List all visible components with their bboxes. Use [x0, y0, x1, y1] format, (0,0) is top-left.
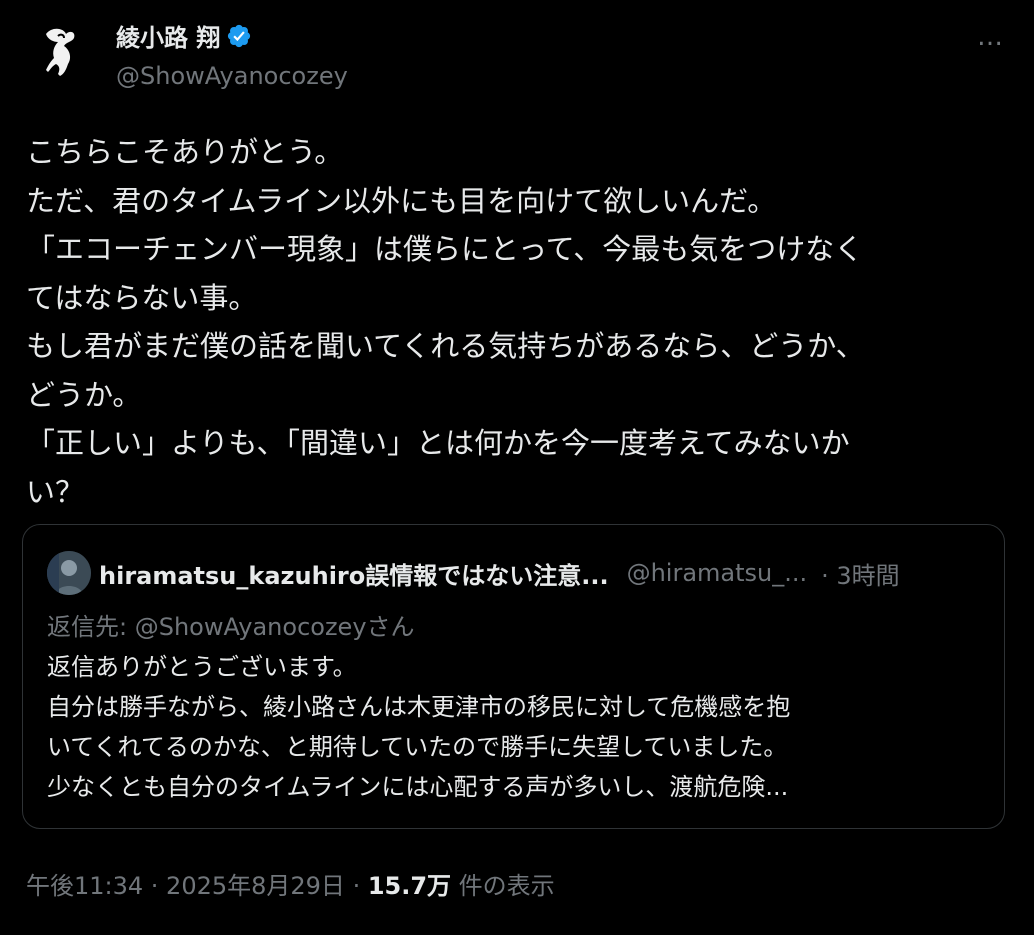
quoted-timestamp[interactable]: · 3時間 [821, 556, 900, 591]
quoted-tweet-header: hiramatsu_kazuhiro誤情報ではない注意... @hiramats… [47, 551, 900, 595]
quoted-tweet-text: 返信ありがとうございます。 自分は勝手ながら、綾小路さんは木更津市の移民に対して… [47, 647, 790, 807]
tweet-line: い？ [26, 474, 85, 509]
view-count: 15.7万 [367, 872, 452, 900]
quoted-line: 少なくとも自分のタイムラインには心配する声が多いし、渡航危険... [47, 773, 789, 801]
reply-to-handle[interactable]: @ShowAyanocozeyさん [135, 613, 415, 641]
verified-badge-icon [228, 24, 251, 47]
tweet-datetime[interactable]: 午後11:34 · 2025年8月29日 · [26, 872, 368, 900]
author-handle[interactable]: @ShowAyanocozey [116, 62, 348, 90]
author-name[interactable]: 綾小路 翔 [116, 18, 220, 53]
tweet-line: ただ、君のタイムライン以外にも目を向けて欲しいんだ。 [26, 183, 777, 218]
quoted-line: 返信ありがとうございます。 [47, 653, 357, 681]
author-avatar[interactable] [30, 20, 92, 82]
tweet-line: てはならない事。 [26, 280, 258, 315]
avatar-photo-icon [47, 551, 91, 595]
quoted-author-handle[interactable]: @hiramatsu_... [627, 559, 808, 587]
reply-to-prefix: 返信先: [47, 613, 135, 641]
quoted-author-name[interactable]: hiramatsu_kazuhiro誤情報ではない注意... [99, 556, 609, 591]
quoted-line: いてくれてるのかな、と期待していたので勝手に失望していました。 [47, 733, 788, 761]
tweet-line: 「エコーチェンバー現象」は僕らにとって、今最も気をつけなく [26, 232, 864, 266]
tweet-line: 「正しい」よりも、「間違い」とは何かを今一度考えてみないか [26, 426, 850, 460]
avatar-figure-icon [30, 20, 92, 82]
author-name-row: 綾小路 翔 [116, 18, 252, 53]
view-count-suffix: 件の表示 [451, 872, 555, 900]
quoted-line: 自分は勝手ながら、綾小路さんは木更津市の移民に対して危機感を抱 [47, 693, 791, 721]
reply-to-label: 返信先: @ShowAyanocozeyさん [47, 607, 415, 642]
tweet-metadata: 午後11:34 · 2025年8月29日 · 15.7万 件の表示 [26, 866, 555, 901]
tweet-line: こちらこそありがとう。 [26, 135, 344, 169]
quoted-tweet-card[interactable]: hiramatsu_kazuhiro誤情報ではない注意... @hiramats… [22, 524, 1005, 829]
quoted-author-avatar[interactable] [47, 551, 91, 595]
tweet-line: どうか。 [26, 377, 142, 412]
more-options-icon[interactable]: … [977, 22, 1004, 52]
tweet-text: こちらこそありがとう。 ただ、君のタイムライン以外にも目を向けて欲しいんだ。 「… [26, 128, 1001, 516]
tweet-line: もし君がまだ僕の話を聞いてくれる気持ちがあるなら、どうか、 [26, 329, 865, 363]
